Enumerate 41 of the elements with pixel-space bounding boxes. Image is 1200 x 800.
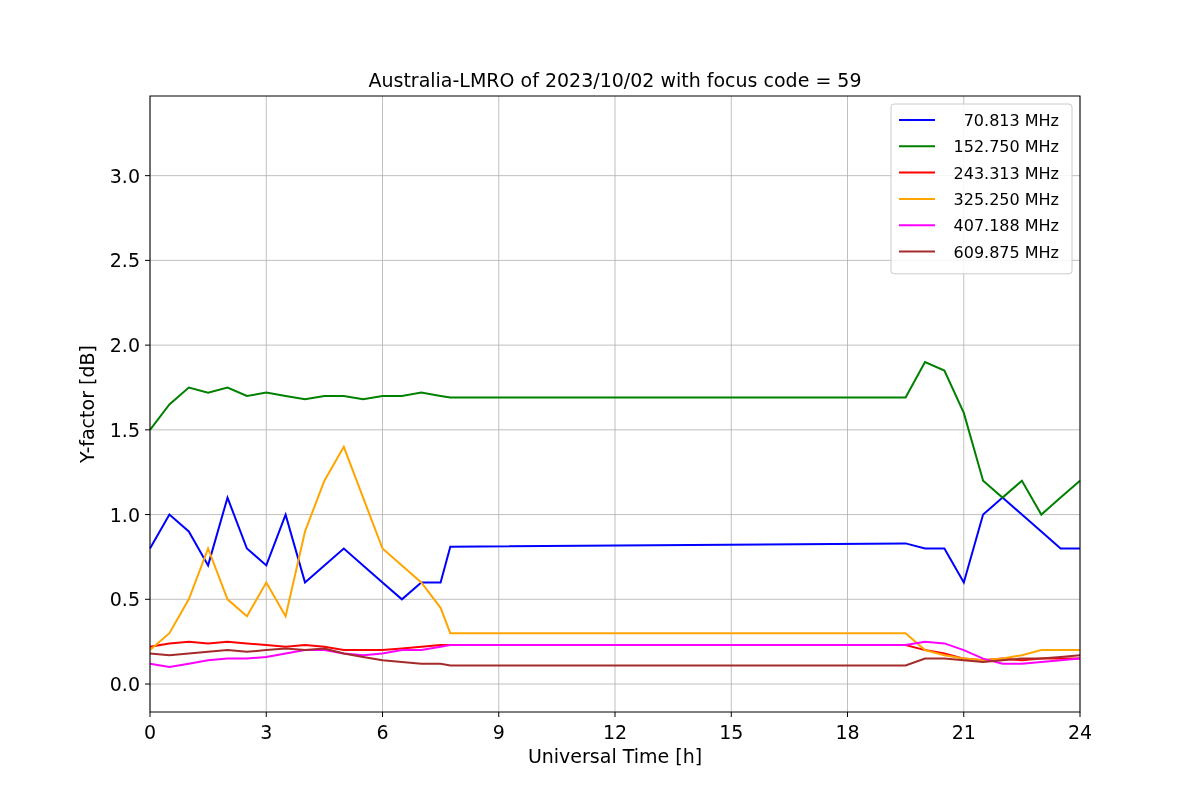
tick-mark — [144, 175, 151, 177]
y-tick-label: 2.0 — [109, 334, 140, 357]
tick-mark — [730, 711, 732, 718]
y-tick-label: 1.5 — [109, 418, 140, 441]
tick-mark — [614, 711, 616, 718]
tick-mark — [382, 711, 383, 718]
tick-mark — [144, 598, 151, 600]
tick-mark — [144, 344, 151, 346]
chart-title: Australia-LMRO of 2023/10/02 with focus code = 59 — [368, 69, 862, 91]
y-tick-label: 0.0 — [109, 673, 140, 696]
legend-label: 243.313 MHz — [953, 163, 1059, 183]
x-axis-label: Universal Time [h] — [527, 745, 703, 767]
x-tick-label: 3 — [260, 721, 273, 743]
tick-mark — [144, 259, 151, 261]
legend-label: 152.750 MHz — [953, 137, 1059, 157]
x-tick-label: 6 — [376, 721, 389, 743]
x-tick-label: 18 — [835, 721, 860, 743]
y-tick-label: 1.0 — [109, 503, 140, 526]
x-tick-label: 24 — [1067, 721, 1093, 743]
y-axis-label: Y-factor [dB] — [76, 345, 98, 463]
legend-label: 609.875 MHz — [953, 242, 1059, 262]
tick-mark — [144, 683, 151, 685]
tick-mark — [144, 429, 151, 431]
tick-mark — [149, 711, 151, 718]
tick-mark — [265, 711, 267, 718]
legend-label: 325.250 MHz — [953, 189, 1059, 209]
x-tick-label: 15 — [719, 721, 744, 743]
tick-mark — [963, 711, 965, 718]
x-tick-label: 0 — [143, 721, 157, 743]
tick-mark — [144, 514, 151, 516]
y-tick-label: 2.5 — [109, 249, 140, 272]
tick-mark — [498, 711, 500, 718]
x-tick-label: 9 — [492, 721, 505, 743]
y-tick-label: 0.5 — [109, 588, 140, 611]
legend-label: 407.188 MHz — [953, 216, 1059, 236]
x-tick-label: 21 — [951, 721, 976, 743]
y-tick-label: 3.0 — [109, 164, 140, 187]
tick-mark — [1079, 711, 1081, 718]
x-tick-label: 12 — [602, 721, 628, 743]
tick-mark — [847, 711, 848, 718]
legend-label: 70.813 MHz — [963, 111, 1059, 130]
